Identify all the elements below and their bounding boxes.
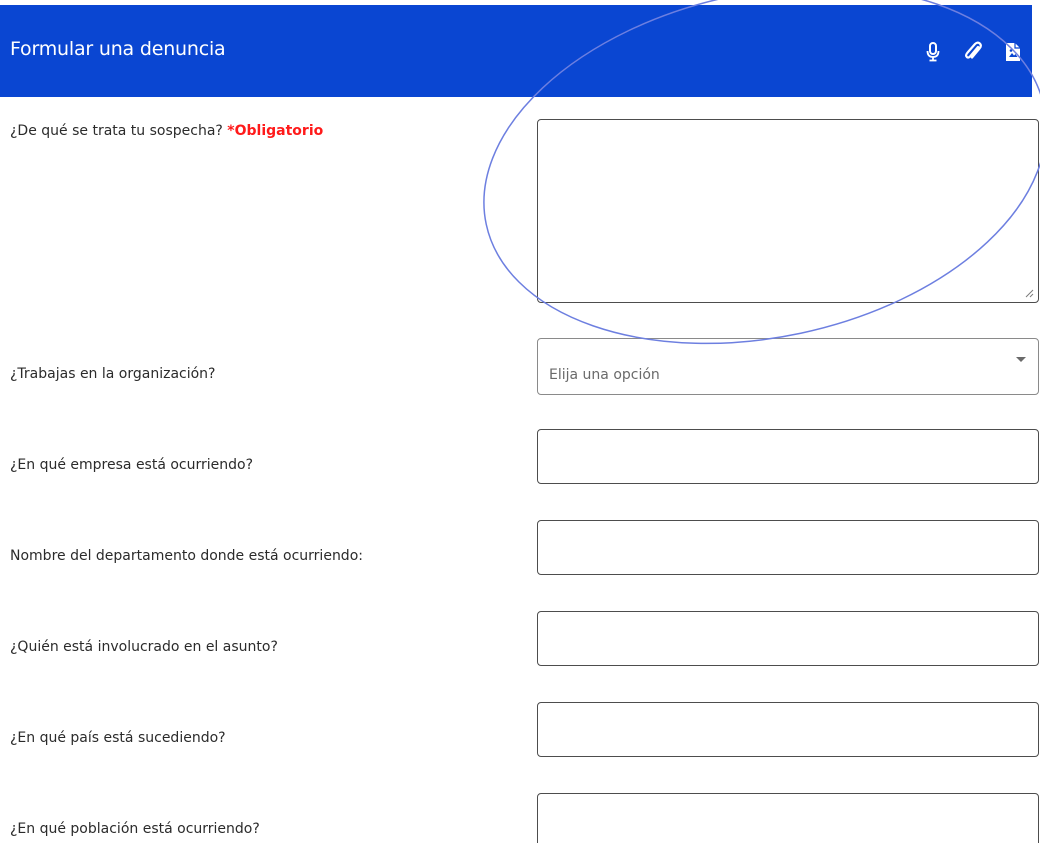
suspicion-label: ¿De qué se trata tu sospecha? *Obligator…: [10, 122, 323, 140]
department-label: Nombre del departamento donde está ocurr…: [10, 548, 363, 564]
involved-input[interactable]: [537, 611, 1039, 666]
resize-grip-icon[interactable]: [1024, 288, 1034, 298]
town-label: ¿En qué población está ocurriendo?: [10, 821, 260, 837]
form-header: Formular una denuncia: [0, 5, 1032, 97]
suspicion-textarea[interactable]: [537, 119, 1039, 303]
suspicion-label-text: ¿De qué se trata tu sospecha?: [10, 123, 223, 139]
report-form-page: Formular una denuncia ¿De qué se trata t…: [0, 0, 1040, 843]
country-label: ¿En qué país está sucediendo?: [10, 730, 226, 746]
header-actions: [922, 40, 1024, 64]
form-title: Formular una denuncia: [10, 38, 226, 60]
department-input[interactable]: [537, 520, 1039, 575]
required-marker: *Obligatorio: [227, 123, 324, 139]
chevron-down-icon: [1016, 357, 1026, 362]
file-image-icon[interactable]: [1002, 40, 1024, 64]
country-input[interactable]: [537, 702, 1039, 757]
select-placeholder: Elija una opción: [549, 367, 660, 383]
company-label: ¿En qué empresa está ocurriendo?: [10, 457, 254, 473]
works-in-org-label: ¿Trabajas en la organización?: [10, 366, 216, 382]
involved-label: ¿Quién está involucrado en el asunto?: [10, 639, 278, 655]
works-in-org-select[interactable]: Elija una opción: [537, 338, 1039, 395]
company-input[interactable]: [537, 429, 1039, 484]
town-input[interactable]: [537, 793, 1039, 843]
microphone-icon[interactable]: [922, 40, 944, 64]
paperclip-icon[interactable]: [962, 40, 984, 64]
